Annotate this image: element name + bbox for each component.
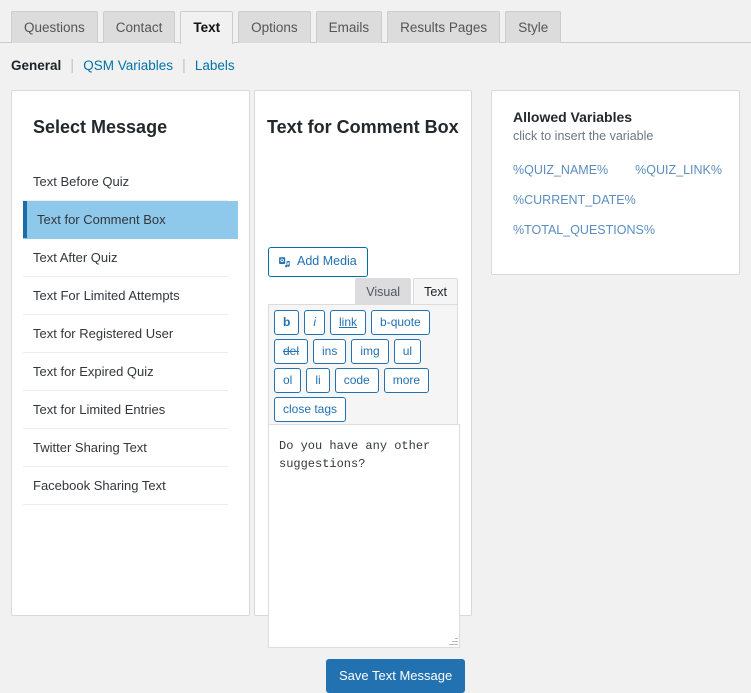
- variables-list: %QUIZ_NAME% %QUIZ_LINK% %CURRENT_DATE% %TOT…: [513, 163, 723, 253]
- media-camera-music-icon: [277, 255, 291, 269]
- tab-contact[interactable]: Contact: [102, 10, 176, 43]
- variables-row: %QUIZ_NAME% %QUIZ_LINK%: [513, 163, 723, 177]
- variable-link[interactable]: %CURRENT_DATE%: [513, 193, 636, 207]
- quicktag-code[interactable]: code: [334, 368, 379, 393]
- quicktag-b[interactable]: b: [274, 310, 300, 335]
- quicktag-link[interactable]: link: [330, 310, 367, 335]
- quicktag-i[interactable]: i: [304, 310, 326, 335]
- subnav: General | QSM Variables | Labels: [11, 58, 235, 73]
- select-message-panel: Select Message Text Before Quiz Text for …: [11, 90, 250, 616]
- variable-link[interactable]: %QUIZ_NAME%: [513, 163, 608, 177]
- variable-link[interactable]: %QUIZ_LINK%: [635, 163, 722, 177]
- tab-text[interactable]: Text: [180, 10, 234, 44]
- editor-panel: Text for Comment Box Add Media Visual Tex…: [254, 90, 472, 693]
- tab-results-pages[interactable]: Results Pages: [387, 10, 501, 43]
- add-media-label: Add Media: [297, 254, 357, 268]
- message-list-item[interactable]: Text for Expired Quiz: [23, 353, 228, 391]
- message-list-item[interactable]: Facebook Sharing Text: [23, 467, 228, 505]
- allowed-variables-title: Allowed Variables: [513, 109, 633, 125]
- quicktag-close-tags[interactable]: close tags: [274, 397, 347, 422]
- variables-row: %TOTAL_QUESTIONS%: [513, 223, 723, 237]
- subnav-separator: |: [70, 57, 75, 74]
- editor-tab-text[interactable]: Text: [413, 278, 458, 305]
- message-list-item[interactable]: Text After Quiz: [23, 239, 228, 277]
- tab-options[interactable]: Options: [238, 10, 311, 43]
- message-textarea[interactable]: Do you have any other suggestions?: [268, 424, 460, 648]
- subnav-item-labels[interactable]: Labels: [195, 58, 235, 73]
- tab-style[interactable]: Style: [505, 10, 562, 43]
- message-list-item[interactable]: Text Before Quiz: [23, 163, 228, 201]
- allowed-variables-subtitle: click to insert the variable: [513, 129, 654, 143]
- message-list-item[interactable]: Text For Limited Attempts: [23, 277, 228, 315]
- editor-tab-visual[interactable]: Visual: [355, 278, 412, 305]
- quicktag-li[interactable]: li: [306, 368, 330, 393]
- quicktag-more[interactable]: more: [383, 368, 430, 393]
- quicktag-ul[interactable]: ul: [393, 339, 422, 364]
- quicktag-b-quote[interactable]: b-quote: [371, 310, 430, 335]
- tab-list: Questions Contact Text Options Emails Results…: [11, 10, 562, 44]
- save-text-message-button[interactable]: Save Text Message: [326, 659, 466, 693]
- message-list-item[interactable]: Text for Limited Entries: [23, 391, 228, 429]
- message-list-item[interactable]: Text for Registered User: [23, 315, 228, 353]
- tab-emails[interactable]: Emails: [315, 10, 383, 43]
- subnav-separator: |: [181, 57, 186, 74]
- quicktag-img[interactable]: img: [351, 339, 389, 364]
- quicktag-ins[interactable]: ins: [313, 339, 347, 364]
- variables-row: %CURRENT_DATE%: [513, 193, 723, 207]
- select-message-title: Select Message: [33, 117, 168, 137]
- quicktag-ol[interactable]: ol: [274, 368, 302, 393]
- variable-link[interactable]: %TOTAL_QUESTIONS%: [513, 223, 655, 237]
- quiz-settings-tabbar: Questions Contact Text Options Emails Results…: [0, 0, 751, 44]
- message-list: Text Before Quiz Text for Comment Box Text…: [23, 163, 238, 505]
- message-list-item[interactable]: Text for Comment Box: [23, 201, 238, 239]
- quicktags-toolbar: b i link b-quote del ins img ul ol li code more clos…: [268, 304, 458, 428]
- subnav-item-general: General: [11, 58, 62, 73]
- editor-mode-tabs: Visual Text: [355, 278, 458, 305]
- tab-questions[interactable]: Questions: [11, 10, 98, 43]
- allowed-variables-panel: Allowed Variables click to insert the va…: [491, 90, 740, 275]
- quicktag-del[interactable]: del: [274, 339, 309, 364]
- add-media-button[interactable]: Add Media: [268, 247, 368, 277]
- editor-title: Text for Comment Box: [267, 117, 459, 137]
- subnav-item-qsm-variables[interactable]: QSM Variables: [83, 58, 173, 73]
- message-list-item[interactable]: Twitter Sharing Text: [23, 429, 228, 467]
